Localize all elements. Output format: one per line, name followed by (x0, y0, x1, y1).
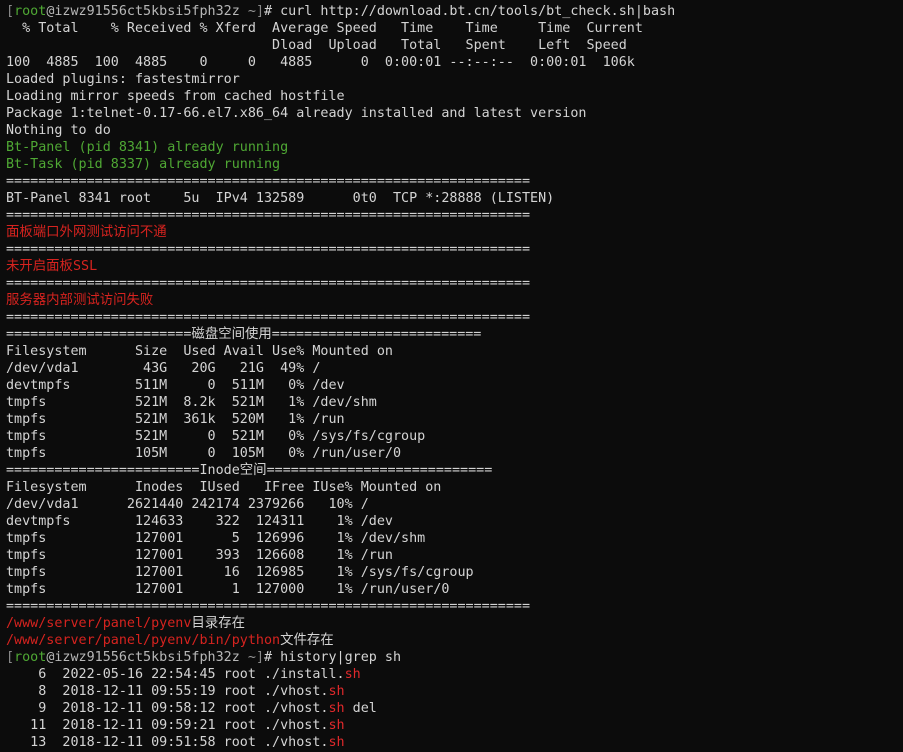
curl-header: Dload Upload Total Spent Left Speed (6, 38, 627, 53)
disk-row: devtmpfs 511M 0 511M 0% /dev (6, 378, 345, 393)
warning-external-access: 面板端口外网测试访问不通 (6, 225, 167, 240)
disk-row: tmpfs 521M 361k 520M 1% /run (6, 412, 345, 427)
prompt-host: izwz91556ct5kbsi5fph32z (54, 4, 240, 19)
inode-row: tmpfs 127001 1 127000 1% /run/user/0 (6, 582, 450, 597)
terminal-window[interactable]: [root@izwz91556ct5kbsi5fph32z ~]# curl h… (0, 0, 903, 752)
separator: ========================================… (6, 174, 531, 189)
pyenv-bin-msg: 文件存在 (280, 633, 334, 648)
history-match: sh (328, 735, 345, 750)
output-line: Loaded plugins: fastestmirror (6, 72, 240, 87)
history-row: 13 2018-12-11 09:51:58 root ./vhost.sh (6, 734, 903, 751)
output-line: Loading mirror speeds from cached hostfi… (6, 89, 345, 104)
pyenv-dir-msg: 目录存在 (191, 616, 245, 631)
history-text: 6 2022-05-16 22:54:45 root ./install. (6, 667, 345, 682)
separator: ========================================… (6, 310, 531, 325)
history-match: sh (328, 684, 345, 699)
prompt-user: root (14, 4, 47, 19)
inode-row: devtmpfs 124633 322 124311 1% /dev (6, 514, 393, 529)
warning-ssl: 未开启面板SSL (6, 259, 98, 274)
prompt-dir: ~ (247, 4, 256, 19)
output-line: Nothing to do (6, 123, 111, 138)
history-text: 11 2018-12-11 09:59:21 root ./vhost. (6, 718, 329, 733)
history-row: 6 2022-05-16 22:54:45 root ./install.sh (6, 666, 903, 683)
separator: ========================================… (6, 242, 531, 257)
prompt-dir: ~ (247, 650, 256, 665)
history-suffix: del (344, 701, 377, 716)
history-text: 13 2018-12-11 09:51:58 root ./vhost. (6, 735, 329, 750)
inode-row: Filesystem Inodes IUsed IFree IUse% Moun… (6, 480, 442, 495)
curl-header: % Total % Received % Xferd Average Speed… (6, 21, 643, 36)
history-match: sh (328, 701, 345, 716)
command-text: curl http://download.bt.cn/tools/bt_chec… (280, 4, 676, 19)
disk-row: tmpfs 521M 0 521M 0% /sys/fs/cgroup (6, 429, 426, 444)
bt-task-status: Bt-Task (pid 8337) already running (6, 157, 281, 172)
separator: ========================================… (6, 599, 531, 614)
disk-row: Filesystem Size Used Avail Use% Mounted … (6, 344, 393, 359)
inode-row: tmpfs 127001 16 126985 1% /sys/fs/cgroup (6, 565, 474, 580)
history-row: 9 2018-12-11 09:58:12 root ./vhost.sh de… (6, 700, 903, 717)
inode-title: ========================Inode空间=========… (6, 463, 493, 478)
history-row: 11 2018-12-11 09:59:21 root ./vhost.sh (6, 717, 903, 734)
history-match: sh (328, 718, 345, 733)
pyenv-dir-line: /www/server/panel/pyenv目录存在 (6, 615, 903, 632)
disk-row: tmpfs 105M 0 105M 0% /run/user/0 (6, 446, 402, 461)
separator: ========================================… (6, 276, 531, 291)
history-text: 8 2018-12-11 09:55:19 root ./vhost. (6, 684, 329, 699)
bt-panel-status: Bt-Panel (pid 8341) already running (6, 140, 289, 155)
history-match: sh (344, 667, 361, 682)
pyenv-dir-path: /www/server/panel/pyenv (6, 616, 192, 631)
inode-row: /dev/vda1 2621440 242174 2379266 10% / (6, 497, 369, 512)
disk-row: /dev/vda1 43G 20G 21G 49% / (6, 361, 321, 376)
inode-row: tmpfs 127001 5 126996 1% /dev/shm (6, 531, 426, 546)
prompt-user: root (14, 650, 47, 665)
disk-title: =======================磁盘空间使用===========… (6, 327, 482, 342)
prompt-line: [root@izwz91556ct5kbsi5fph32z ~]# curl h… (6, 4, 676, 19)
history-row: 8 2018-12-11 09:55:19 root ./vhost.sh (6, 683, 903, 700)
prompt-host: izwz91556ct5kbsi5fph32z (54, 650, 240, 665)
output-line: Package 1:telnet-0.17-66.el7.x86_64 alre… (6, 106, 587, 121)
separator: ========================================… (6, 208, 531, 223)
disk-row: tmpfs 521M 8.2k 521M 1% /dev/shm (6, 395, 377, 410)
pyenv-bin-line: /www/server/panel/pyenv/bin/python文件存在 (6, 632, 903, 649)
history-text: 9 2018-12-11 09:58:12 root ./vhost. (6, 701, 329, 716)
inode-row: tmpfs 127001 393 126608 1% /run (6, 548, 393, 563)
command-text: history|grep sh (280, 650, 402, 665)
warning-internal-access: 服务器内部测试访问失败 (6, 293, 154, 308)
prompt-line: [root@izwz91556ct5kbsi5fph32z ~]# histor… (6, 650, 402, 665)
pyenv-bin-path: /www/server/panel/pyenv/bin/python (6, 633, 281, 648)
lsof-line: BT-Panel 8341 root 5u IPv4 132589 0t0 TC… (6, 191, 555, 206)
curl-progress: 100 4885 100 4885 0 0 4885 0 0:00:01 --:… (6, 55, 635, 70)
